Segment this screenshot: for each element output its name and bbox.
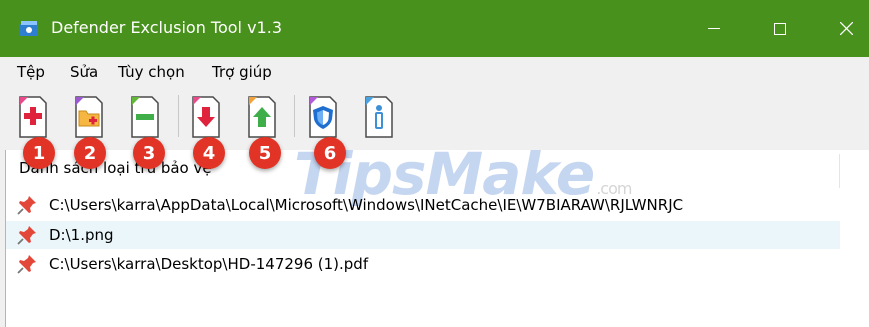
pin-icon (17, 255, 36, 274)
window-title: Defender Exclusion Tool v1.3 (51, 18, 282, 37)
add-folder-button[interactable] (74, 93, 104, 139)
app-logo-icon (20, 21, 38, 36)
menu-help[interactable]: Trợ giúp (212, 62, 272, 82)
column-divider[interactable] (839, 154, 840, 188)
menu-edit[interactable]: Sửa (70, 62, 98, 82)
remove-exclusion-button[interactable] (130, 93, 160, 139)
maximize-button[interactable] (752, 0, 808, 57)
list-item[interactable]: C:\Users\karra\AppData\Local\Microsoft\W… (6, 191, 840, 219)
minimize-button[interactable] (686, 0, 742, 57)
add-folder-icon (75, 96, 103, 138)
arrow-up-icon (248, 96, 276, 138)
add-icon (19, 96, 47, 138)
close-icon (839, 22, 853, 35)
pin-icon (17, 196, 36, 215)
toolbar-separator (178, 95, 179, 137)
list-item[interactable]: C:\Users\karra\Desktop\HD-147296 (1).pdf (6, 250, 840, 278)
import-button[interactable] (191, 93, 221, 139)
callout-badge-2: 2 (74, 137, 106, 169)
minimize-icon (708, 27, 720, 29)
menu-options[interactable]: Tùy chọn (118, 62, 185, 82)
menu-file[interactable]: Tệp (17, 62, 45, 82)
pin-icon (17, 226, 36, 245)
export-button[interactable] (247, 93, 277, 139)
exclusion-list[interactable]: TipsMake .com Danh sách loại trừ bảo vệ C… (5, 140, 869, 327)
exclusion-path: D:\1.png (49, 226, 114, 244)
title-bar[interactable]: Defender Exclusion Tool v1.3 (0, 0, 869, 57)
exclusion-path: C:\Users\karra\Desktop\HD-147296 (1).pdf (49, 255, 369, 273)
callout-badge-1: 1 (23, 137, 55, 169)
defender-settings-button[interactable] (308, 93, 338, 139)
toolbar (0, 85, 869, 147)
add-exclusion-button[interactable] (18, 93, 48, 139)
callout-badge-6: 6 (314, 137, 346, 169)
info-icon (365, 96, 393, 138)
shield-icon (309, 96, 337, 138)
app-window: Defender Exclusion Tool v1.3 Tệp Sửa Tùy… (0, 0, 869, 327)
close-button[interactable] (818, 0, 869, 57)
callout-badge-3: 3 (133, 137, 165, 169)
toolbar-separator (294, 95, 295, 137)
exclusion-path: C:\Users\karra\AppData\Local\Microsoft\W… (49, 196, 684, 214)
remove-icon (131, 96, 159, 138)
callout-badge-4: 4 (193, 137, 225, 169)
about-button[interactable] (364, 93, 394, 139)
maximize-icon (774, 22, 786, 35)
list-item[interactable]: D:\1.png (6, 221, 840, 249)
arrow-down-icon (192, 96, 220, 138)
callout-badge-5: 5 (249, 137, 281, 169)
menu-bar: Tệp Sửa Tùy chọn Trợ giúp (0, 57, 869, 85)
